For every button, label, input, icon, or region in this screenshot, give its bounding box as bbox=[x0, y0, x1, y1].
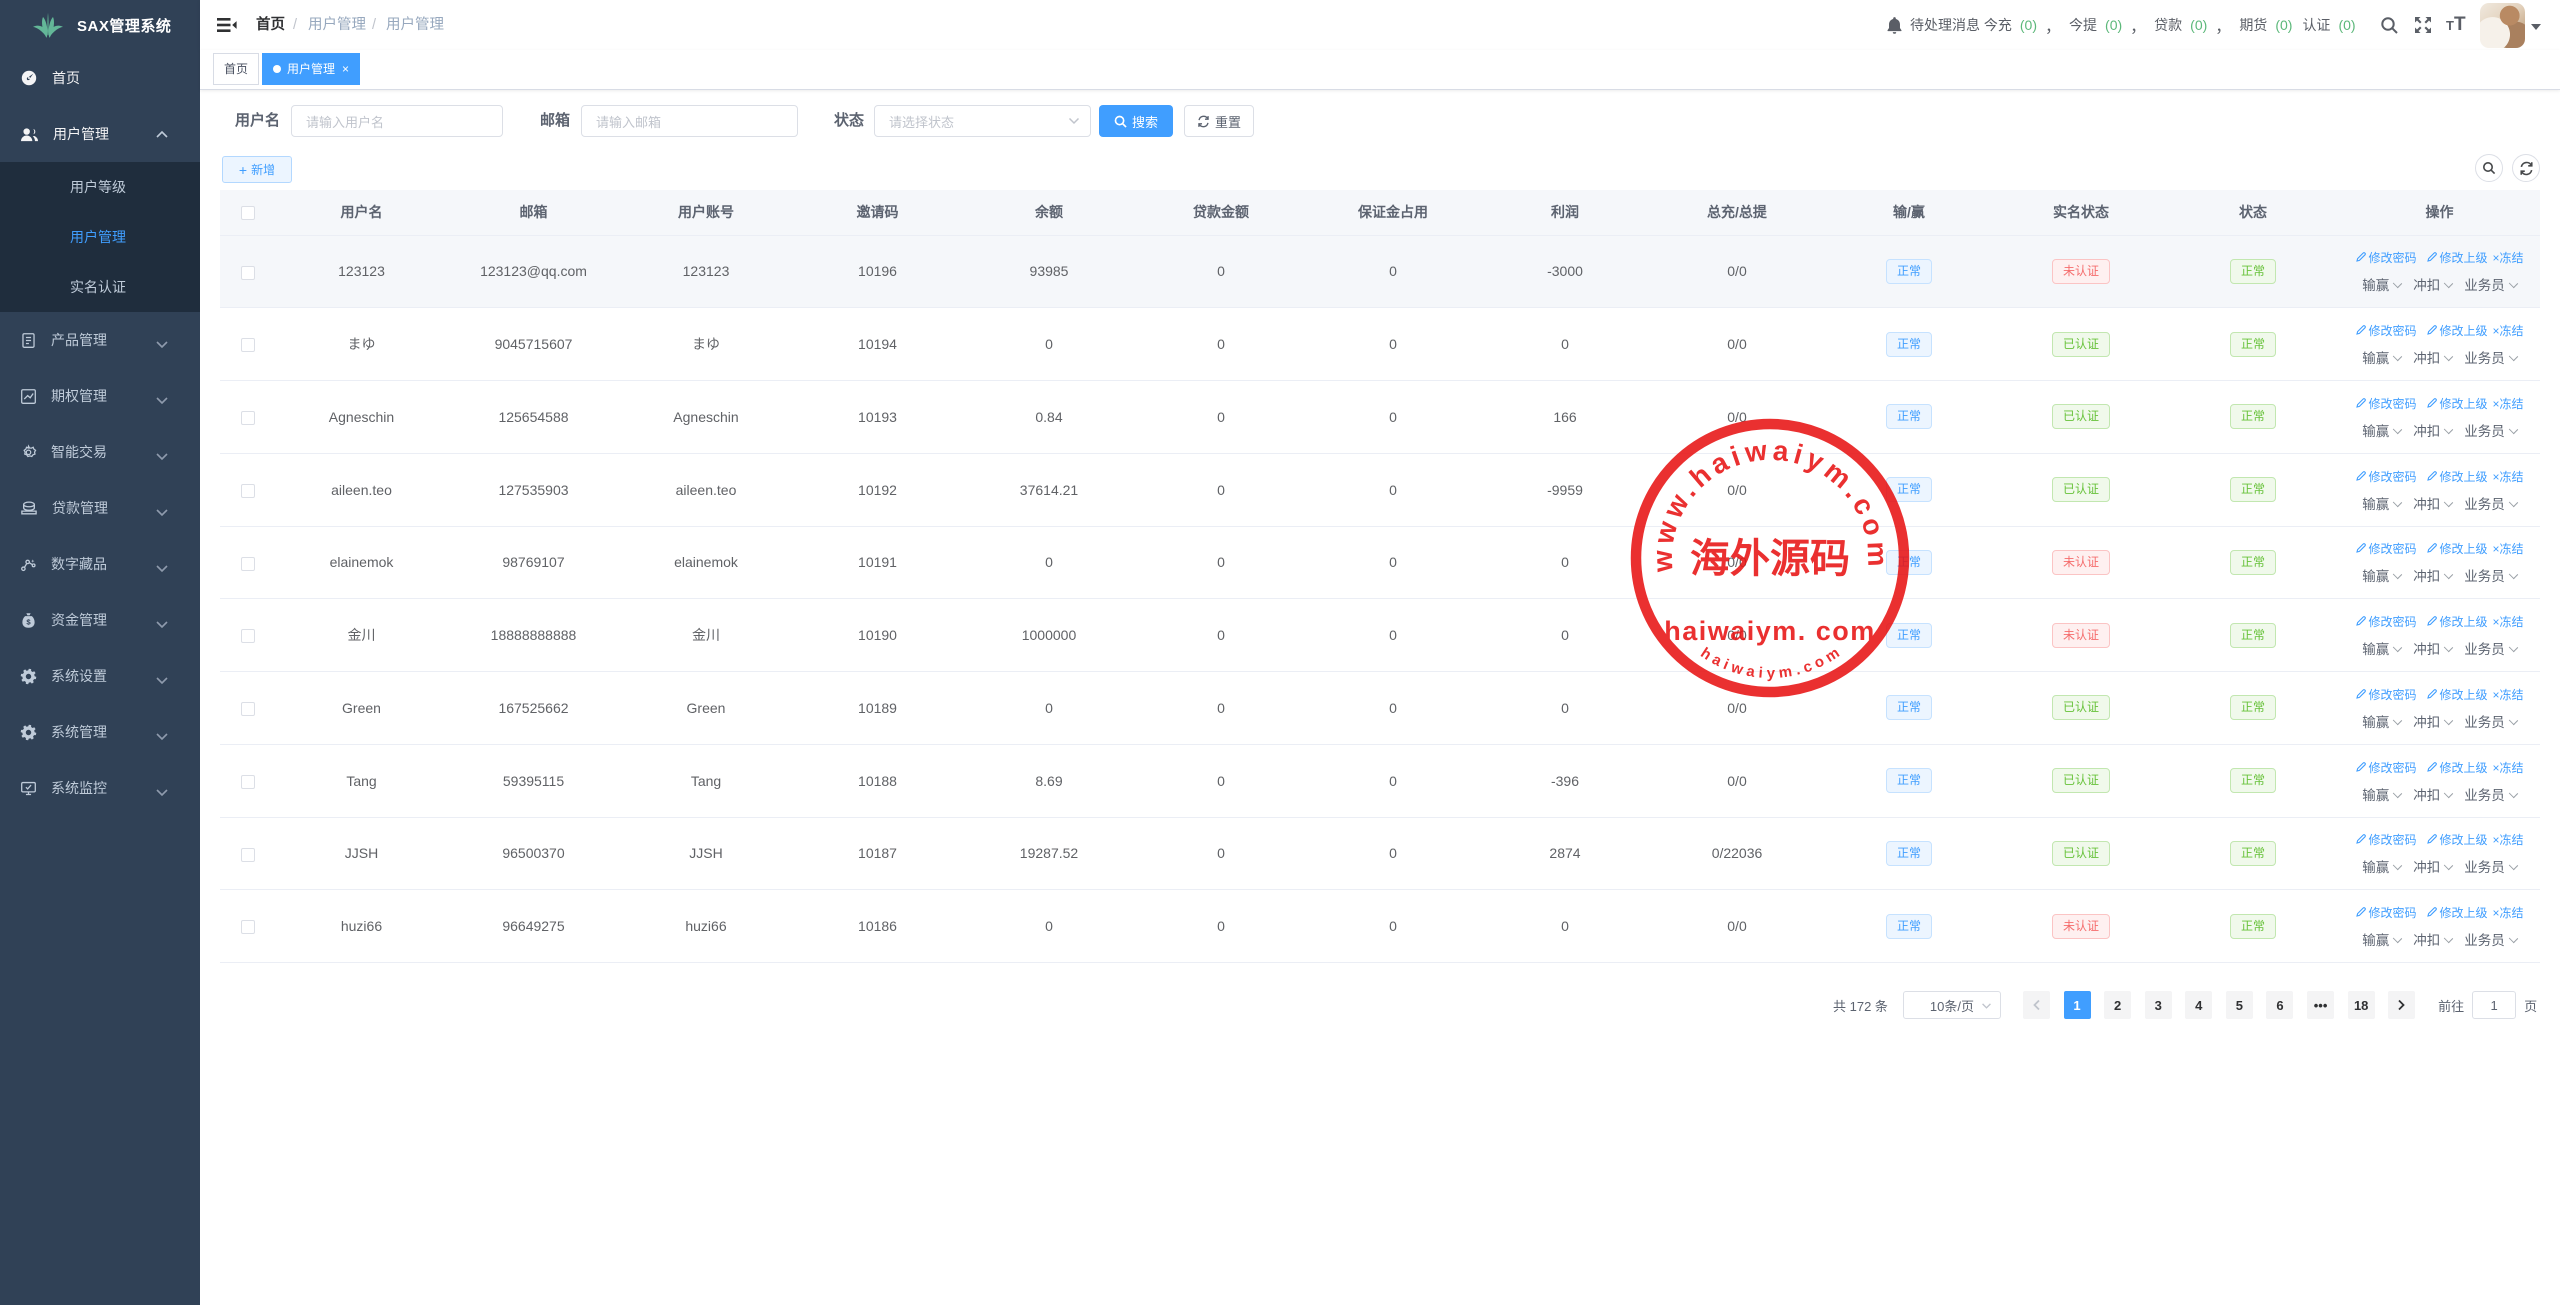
svg-text:海外源码: 海外源码 bbox=[1690, 536, 1850, 581]
svg-text:haiwaiym. com: haiwaiym. com bbox=[1664, 616, 1876, 646]
